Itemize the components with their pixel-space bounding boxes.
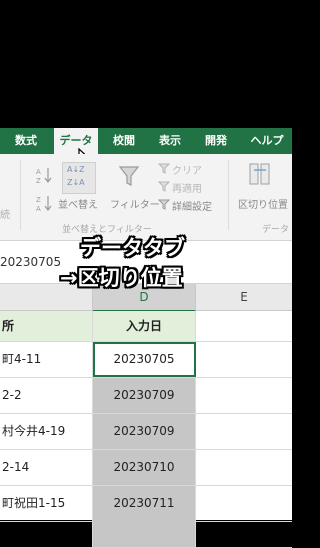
svg-text:A: A bbox=[36, 205, 41, 212]
cell-address[interactable]: 2-14 bbox=[0, 450, 93, 485]
caption-line-1: データタブ bbox=[80, 236, 185, 260]
sort-descending-icon[interactable]: Z A bbox=[36, 194, 54, 212]
cell-address[interactable] bbox=[0, 512, 93, 547]
ribbon-separator-2 bbox=[228, 160, 229, 230]
filter-button[interactable]: フィルター bbox=[110, 196, 160, 211]
svg-text:A: A bbox=[36, 168, 41, 176]
worksheet-grid: 所 入力日 町4-11 20230705 2-2 20230709 村今井4-1… bbox=[0, 311, 292, 548]
formula-bar-value[interactable]: 20230705 bbox=[0, 255, 61, 269]
tab-view[interactable]: 表示 bbox=[150, 128, 190, 154]
sort-za-glyph: Z↓A bbox=[67, 178, 85, 187]
sort-dialog-icon[interactable]: A↓Z Z↓A bbox=[62, 162, 96, 194]
table-row: 村今井4-19 20230709 bbox=[0, 414, 292, 450]
ribbon-tab-bar: 数式 データ 校閲 表示 開発 ヘルプ bbox=[0, 128, 292, 156]
table-header-date[interactable]: 入力日 bbox=[93, 311, 196, 341]
column-header-e[interactable]: E bbox=[196, 284, 292, 310]
tab-review[interactable]: 校閲 bbox=[104, 128, 144, 154]
table-row bbox=[0, 512, 292, 548]
sort-ascending-icon[interactable]: A Z bbox=[36, 166, 54, 184]
text-to-columns-icon[interactable] bbox=[248, 162, 272, 188]
cell-date-active[interactable]: 20230705 bbox=[93, 342, 196, 377]
ribbon-separator bbox=[20, 160, 21, 230]
reapply-icon[interactable] bbox=[158, 180, 170, 192]
cell-e[interactable] bbox=[196, 378, 292, 413]
advanced-button[interactable]: 詳細設定 bbox=[172, 198, 212, 213]
cell-address[interactable]: 2-2 bbox=[0, 378, 93, 413]
cell-address[interactable]: 村今井4-19 bbox=[0, 414, 93, 449]
video-black-top bbox=[0, 0, 292, 128]
cell-e[interactable] bbox=[196, 311, 292, 341]
table-header-address[interactable]: 所 bbox=[0, 311, 93, 341]
cell-e[interactable] bbox=[196, 512, 292, 547]
table-row: 2-14 20230710 bbox=[0, 450, 292, 486]
cell-e[interactable] bbox=[196, 450, 292, 485]
tab-developer[interactable]: 開発 bbox=[196, 128, 236, 154]
cell-date[interactable]: 20230710 bbox=[93, 450, 196, 485]
ribbon-panel: 続 A Z Z A A↓Z Z↓A 並べ替え フィルター クリア 再適用 詳細設… bbox=[0, 154, 292, 241]
table-header-row: 所 入力日 bbox=[0, 311, 292, 342]
svg-text:Z: Z bbox=[36, 196, 41, 204]
cell-date[interactable]: 20230709 bbox=[93, 378, 196, 413]
tab-help[interactable]: ヘルプ bbox=[244, 128, 290, 154]
group-label-data-tools: データ bbox=[262, 225, 290, 235]
tab-formulas[interactable]: 数式 bbox=[4, 128, 48, 154]
ribbon-left-partial: 続 bbox=[0, 210, 10, 221]
reapply-button[interactable]: 再適用 bbox=[172, 180, 202, 195]
clear-filter-icon[interactable] bbox=[158, 162, 170, 174]
filter-funnel-icon[interactable] bbox=[118, 164, 140, 188]
advanced-filter-icon[interactable] bbox=[158, 198, 170, 210]
svg-text:Z: Z bbox=[36, 177, 41, 184]
cell-date[interactable]: 20230709 bbox=[93, 414, 196, 449]
caption-line-2: →区切り位置 bbox=[60, 266, 183, 290]
cell-address[interactable]: 町4-11 bbox=[0, 342, 93, 377]
cell-e[interactable] bbox=[196, 342, 292, 377]
sort-button[interactable]: 並べ替え bbox=[58, 196, 98, 211]
table-row: 町4-11 20230705 bbox=[0, 342, 292, 378]
text-to-columns-button[interactable]: 区切り位置 bbox=[238, 196, 288, 211]
cell-e[interactable] bbox=[196, 414, 292, 449]
cell-date[interactable] bbox=[93, 512, 196, 547]
table-row: 2-2 20230709 bbox=[0, 378, 292, 414]
sort-az-glyph: A↓Z bbox=[67, 165, 85, 174]
clear-button[interactable]: クリア bbox=[172, 162, 202, 177]
